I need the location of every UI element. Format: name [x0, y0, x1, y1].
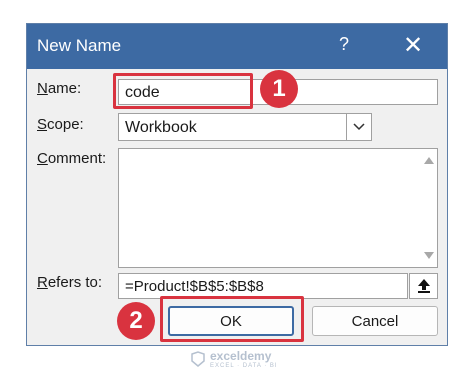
step2-badge: 2	[117, 302, 155, 340]
refers-label-text: efers to:	[47, 274, 103, 291]
chevron-down-icon[interactable]	[346, 114, 371, 140]
refers-label-mnemonic: R	[37, 274, 48, 291]
scroll-up-arrow-icon[interactable]	[424, 157, 434, 164]
comment-scrollbar[interactable]	[419, 149, 437, 267]
collapse-dialog-button[interactable]	[409, 273, 438, 299]
name-label-mnemonic: N	[37, 80, 48, 97]
collapse-arrow-icon	[417, 279, 430, 293]
scope-dropdown[interactable]: Workbook	[118, 113, 372, 141]
comment-label-text: omment:	[47, 150, 107, 167]
comment-textarea[interactable]	[118, 148, 438, 268]
exceldemy-logo-icon	[191, 351, 205, 367]
scope-label-text: cope:	[47, 116, 84, 133]
step1-highlight-box	[113, 73, 253, 109]
comment-label-mnemonic: C	[37, 150, 48, 167]
refers-to-value: =Product!$B$5:$B$8	[125, 278, 264, 295]
exceldemy-watermark: exceldemy EXCEL · DATA · BI	[190, 348, 278, 370]
dialog-titlebar: New Name ? ✕	[27, 24, 447, 69]
watermark-tagline: EXCEL · DATA · BI	[210, 363, 278, 369]
scope-label-mnemonic: S	[37, 116, 48, 133]
watermark-name: exceldemy	[210, 349, 272, 363]
dialog-title: New Name	[37, 36, 122, 55]
scroll-down-arrow-icon[interactable]	[424, 252, 434, 259]
name-label-text: ame:	[47, 80, 82, 97]
refers-to-label: Refers to:	[37, 274, 102, 291]
scope-label: Scope:	[37, 116, 84, 133]
cancel-button[interactable]: Cancel	[312, 306, 438, 336]
scope-dropdown-value: Workbook	[125, 119, 197, 136]
help-button[interactable]: ?	[339, 34, 349, 55]
comment-label: Comment:	[37, 150, 106, 167]
close-button[interactable]: ✕	[395, 32, 431, 60]
step1-badge: 1	[260, 70, 298, 108]
step2-highlight-box	[160, 296, 304, 342]
name-label: Name:	[37, 80, 81, 97]
